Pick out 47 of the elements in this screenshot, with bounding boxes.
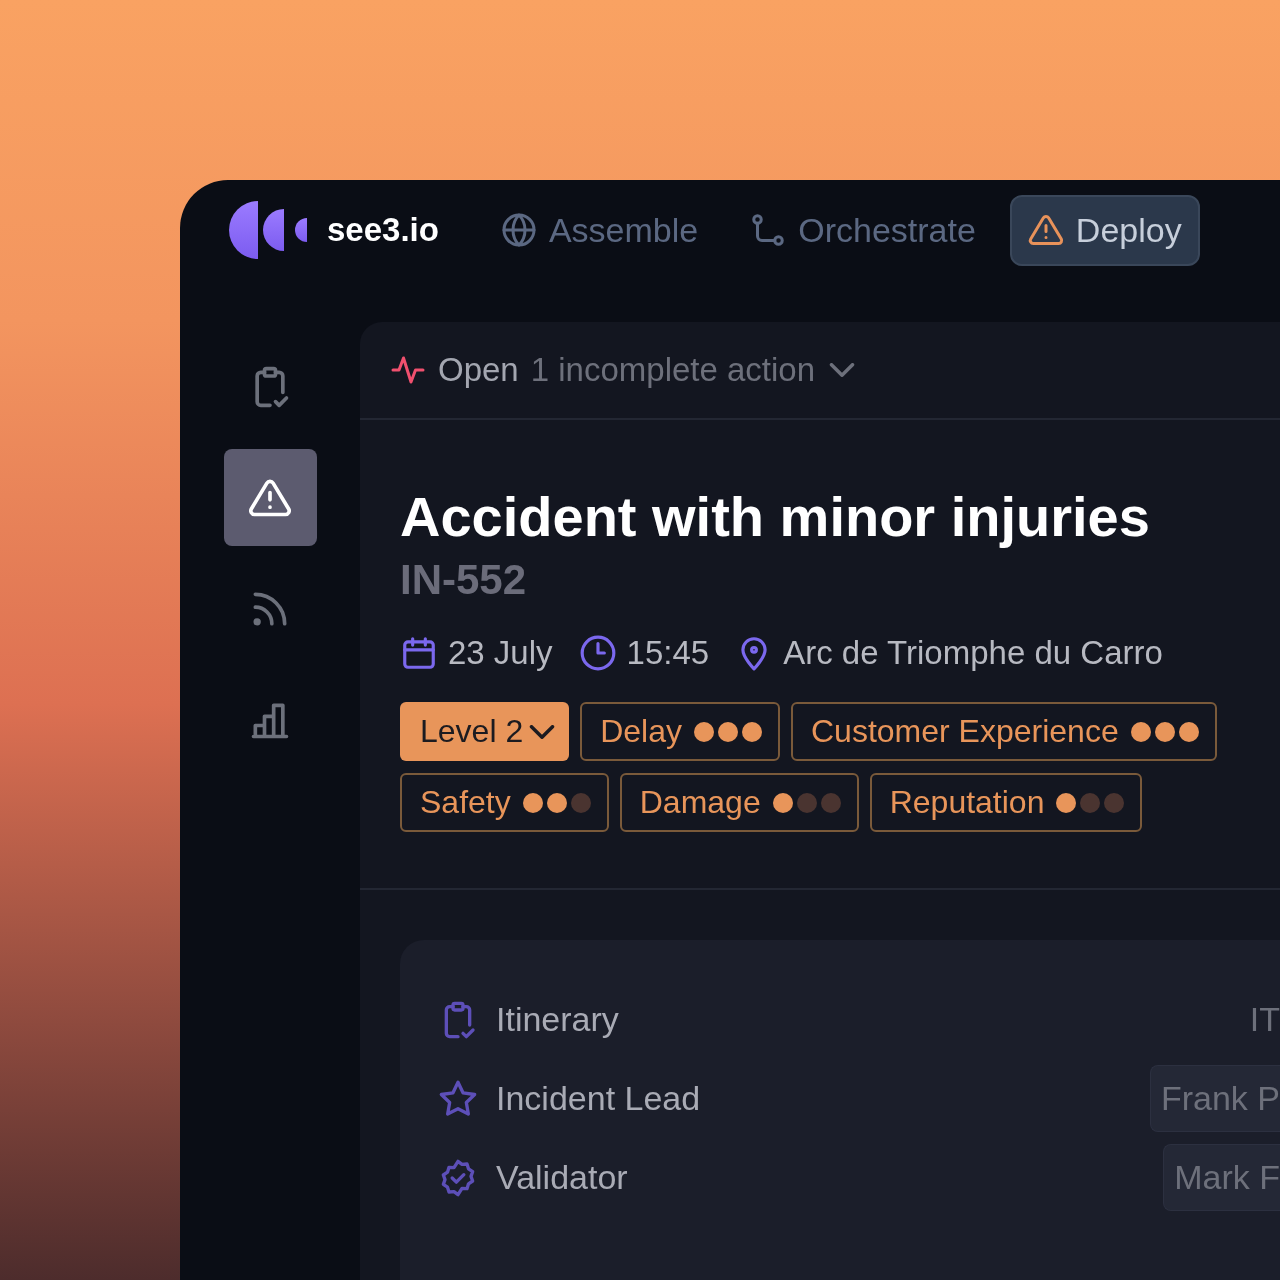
- caret-icon: [829, 363, 856, 378]
- rating-dot: [820, 792, 841, 813]
- detail-label: Itinerary: [496, 1000, 619, 1039]
- rating-dot: [718, 721, 738, 742]
- nav-tab[interactable]: Orchestrate: [732, 194, 994, 266]
- tag-label: Reputation: [889, 784, 1045, 821]
- sidebar-button[interactable]: [223, 449, 317, 547]
- rating-dot: [546, 792, 567, 813]
- tag-label: Delay: [600, 713, 682, 750]
- rating-dot: [1104, 792, 1125, 813]
- nav-tab[interactable]: Deploy: [1009, 194, 1200, 266]
- route-icon: [750, 212, 787, 249]
- status-label: Open: [438, 351, 519, 390]
- rating-dot: [1178, 721, 1199, 742]
- tag-label: Customer Experience: [811, 713, 1119, 750]
- incident-title: Accident with minor injuries: [400, 486, 1151, 548]
- logo-icon: [229, 201, 307, 260]
- detail-value: IT: [1249, 1000, 1280, 1039]
- detail-label: Validator: [496, 1158, 628, 1197]
- rating-dot: [522, 792, 543, 813]
- tag-label: Damage: [639, 784, 761, 821]
- detail-label: Incident Lead: [496, 1079, 701, 1118]
- rating-dot: [1080, 792, 1101, 813]
- caret-icon: [529, 724, 556, 739]
- rating-dot: [796, 792, 817, 813]
- rating-dot: [772, 792, 793, 813]
- rating-dot: [570, 792, 591, 813]
- rating-dot: [694, 721, 714, 742]
- rating-dot: [1056, 792, 1077, 813]
- nav-tab[interactable]: Assemble: [482, 194, 717, 266]
- calendar-icon: [400, 634, 438, 672]
- rating-dot: [1130, 721, 1151, 742]
- date-text: 23 July: [448, 634, 553, 672]
- value-field[interactable]: Frank P: [1149, 1065, 1280, 1132]
- actions-dropdown[interactable]: 1 incomplete action: [530, 351, 856, 390]
- tag-label: Safety: [420, 784, 511, 821]
- incident-id: IN-552: [400, 556, 528, 604]
- rating-dot: [1154, 721, 1175, 742]
- rating-dot: [742, 721, 762, 742]
- time-text: 15:45: [626, 634, 710, 672]
- globe-icon: [500, 212, 537, 249]
- brand-name: see3.io: [327, 211, 439, 250]
- level-dropdown[interactable]: Level 2: [400, 702, 570, 761]
- star-icon: [438, 1078, 478, 1119]
- location-text: Arc de Triomphe du Carro: [783, 634, 1163, 672]
- value-field[interactable]: Mark F: [1163, 1144, 1280, 1211]
- clock-icon: [578, 634, 617, 672]
